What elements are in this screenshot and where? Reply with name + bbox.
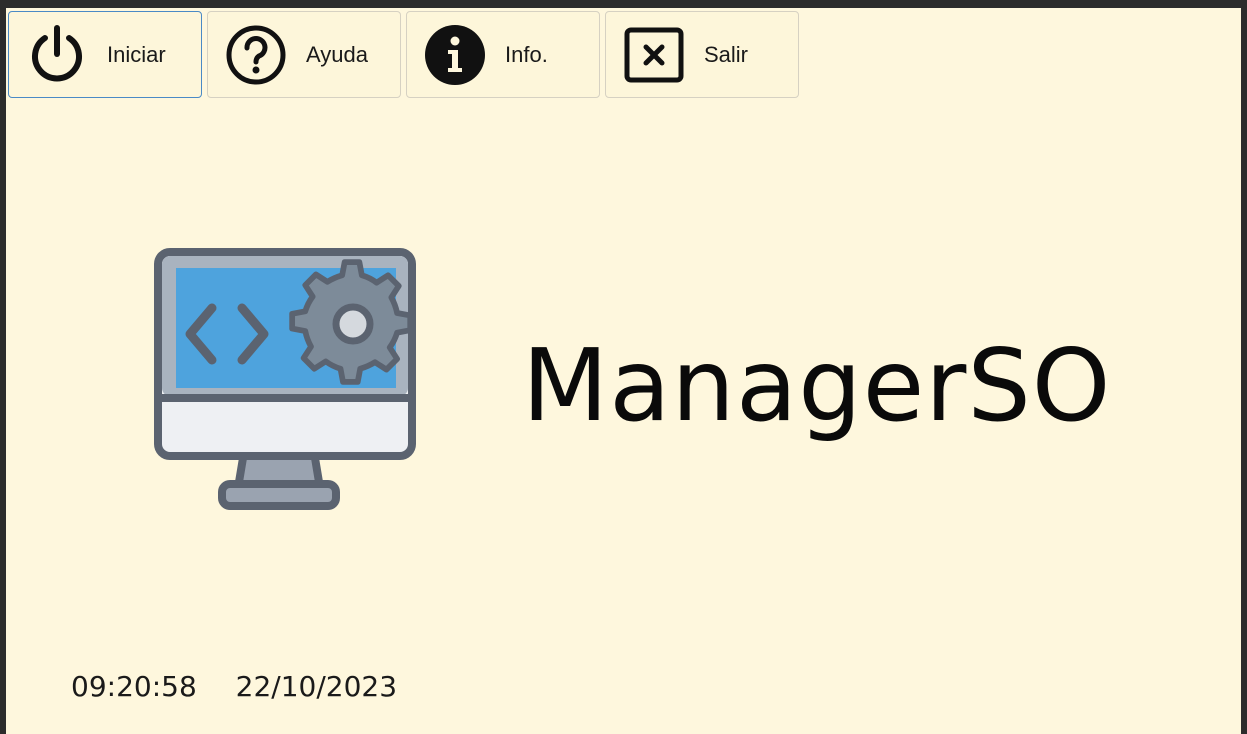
help-circle-icon: [224, 23, 288, 87]
info-button-label: Info.: [505, 41, 548, 67]
info-icon: [423, 23, 487, 87]
start-button-label: Iniciar: [107, 41, 166, 67]
main-window: Iniciar Ayuda Info. Salir ManagerSO 09:2…: [6, 8, 1241, 734]
exit-button[interactable]: Salir: [605, 11, 799, 98]
monitor-code-gear-icon: [154, 248, 416, 510]
help-button[interactable]: Ayuda: [207, 11, 401, 98]
app-title: ManagerSO: [522, 327, 1112, 444]
power-icon: [25, 23, 89, 87]
info-button[interactable]: Info.: [406, 11, 600, 98]
clock-time: 09:20:58: [71, 670, 197, 703]
exit-button-label: Salir: [704, 41, 749, 67]
current-date: 22/10/2023: [235, 670, 398, 703]
toolbar: Iniciar Ayuda Info. Salir: [8, 11, 804, 98]
start-button[interactable]: Iniciar: [8, 11, 202, 98]
close-box-icon: [622, 23, 686, 87]
help-button-label: Ayuda: [306, 41, 368, 67]
app-logo: [146, 240, 426, 516]
status-bar: 09:20:58 22/10/2023: [71, 670, 397, 703]
